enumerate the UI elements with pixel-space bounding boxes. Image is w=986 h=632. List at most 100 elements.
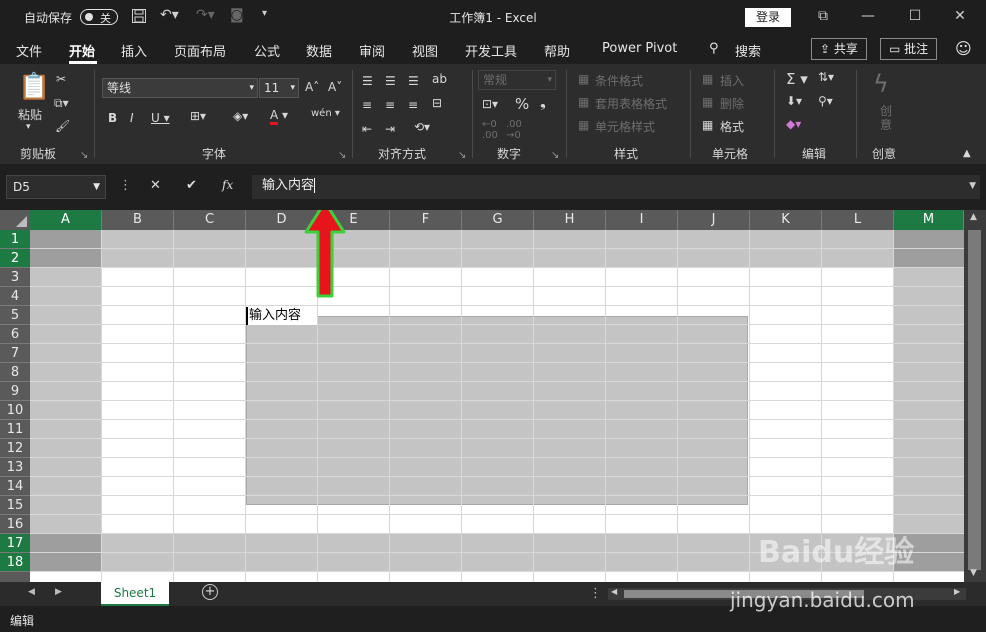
- name-box-dropdown-icon[interactable]: ▼: [93, 176, 100, 198]
- maximize-icon[interactable]: ☐: [900, 5, 930, 27]
- create-button[interactable]: 创意: [880, 104, 894, 132]
- tab-formulas[interactable]: 公式: [254, 41, 280, 60]
- column-header-c[interactable]: C: [174, 210, 246, 230]
- cell-styles-icon[interactable]: ▦: [578, 118, 589, 132]
- collapse-ribbon-icon[interactable]: ▲: [963, 148, 971, 159]
- align-right-icon[interactable]: ≡: [408, 98, 418, 112]
- name-box[interactable]: D5 ▼: [6, 175, 106, 199]
- percent-icon[interactable]: %: [515, 95, 529, 113]
- paste-icon[interactable]: 📋: [18, 72, 50, 102]
- tab-file[interactable]: 文件: [16, 41, 42, 60]
- font-launcher-icon[interactable]: ↘: [338, 150, 346, 161]
- borders-icon[interactable]: ⊞▾: [190, 109, 206, 123]
- underline-icon[interactable]: U ▾: [151, 111, 170, 125]
- insert-cells-icon[interactable]: ▦: [702, 72, 713, 86]
- wrap-text-icon[interactable]: ⊟: [432, 96, 442, 110]
- close-icon[interactable]: ✕: [945, 5, 975, 27]
- column-header-f[interactable]: F: [390, 210, 462, 230]
- decrease-decimal-icon[interactable]: .00 →0: [506, 119, 522, 141]
- select-all-corner[interactable]: [0, 210, 30, 230]
- clipboard-launcher-icon[interactable]: ↘: [80, 150, 88, 161]
- increase-indent-icon[interactable]: ⇥: [385, 122, 395, 136]
- next-sheet-icon[interactable]: ▶: [55, 587, 62, 597]
- delete-cells-icon[interactable]: ▦: [702, 95, 713, 109]
- decrease-font-icon[interactable]: A˅: [328, 80, 342, 94]
- find-select-icon[interactable]: ⚲▾: [818, 94, 833, 108]
- align-center-icon[interactable]: ≡: [385, 98, 395, 112]
- italic-icon[interactable]: I: [130, 111, 134, 125]
- font-name-box[interactable]: 等线 ▾: [102, 78, 258, 98]
- ribbon-display-icon[interactable]: ⧉: [808, 5, 838, 27]
- row-header-3[interactable]: 3: [0, 268, 30, 287]
- alignment-launcher-icon[interactable]: ↘: [458, 150, 466, 161]
- row-header-17[interactable]: 17: [0, 534, 30, 553]
- format-as-table-icon[interactable]: ▦: [578, 95, 589, 109]
- format-painter-icon[interactable]: 🖌: [55, 119, 70, 133]
- row-header-16[interactable]: 16: [0, 515, 30, 534]
- sheet-tab-sheet1[interactable]: Sheet1: [101, 582, 169, 606]
- format-cells-button[interactable]: 格式: [720, 118, 744, 135]
- tab-data[interactable]: 数据: [306, 41, 332, 60]
- column-header-a[interactable]: A: [30, 210, 102, 230]
- accounting-format-icon[interactable]: ⊡▾: [482, 97, 498, 111]
- column-header-l[interactable]: L: [822, 210, 894, 230]
- feedback-smiley-icon[interactable]: ☺: [955, 39, 972, 58]
- tab-insert[interactable]: 插入: [121, 41, 147, 60]
- align-left-icon[interactable]: ≡: [362, 98, 372, 112]
- increase-decimal-icon[interactable]: ←0.00: [482, 119, 498, 141]
- font-color-icon[interactable]: A ▾: [270, 108, 288, 125]
- clear-icon[interactable]: ◆▾: [786, 117, 801, 131]
- sort-filter-icon[interactable]: ⇅▾: [818, 70, 834, 84]
- merge-center-icon[interactable]: ⟲▾: [414, 120, 430, 134]
- cut-icon[interactable]: ✂: [56, 72, 66, 86]
- decrease-indent-icon[interactable]: ⇤: [362, 122, 372, 136]
- formula-input[interactable]: 输入内容 ▼: [252, 175, 980, 199]
- row-header-9[interactable]: 9: [0, 382, 30, 401]
- fill-icon[interactable]: ⬇▾: [786, 94, 802, 108]
- number-format-box[interactable]: 常规 ▾: [478, 70, 556, 90]
- insert-cells-button[interactable]: 插入: [720, 72, 744, 89]
- tab-view[interactable]: 视图: [412, 41, 438, 60]
- row-header-5[interactable]: 5: [0, 306, 30, 325]
- cancel-entry-icon[interactable]: ✕: [150, 178, 161, 193]
- font-size-box[interactable]: 11 ▾: [259, 78, 299, 98]
- align-middle-icon[interactable]: ☰: [385, 74, 396, 88]
- format-cells-icon[interactable]: ▦: [702, 118, 713, 132]
- comment-button[interactable]: ▭ 批注: [880, 38, 938, 60]
- row-header-8[interactable]: 8: [0, 363, 30, 382]
- row-header-13[interactable]: 13: [0, 458, 30, 477]
- format-as-table-button[interactable]: 套用表格格式: [595, 95, 667, 112]
- column-header-i[interactable]: I: [606, 210, 678, 230]
- ideas-icon[interactable]: ϟ: [873, 70, 889, 98]
- conditional-format-icon[interactable]: ▦: [578, 72, 589, 86]
- align-bottom-icon[interactable]: ☰: [408, 74, 419, 88]
- paste-button[interactable]: 粘贴: [18, 106, 42, 123]
- column-header-k[interactable]: K: [750, 210, 822, 230]
- comma-style-icon[interactable]: ❟: [540, 93, 546, 111]
- search-icon[interactable]: ⚲: [709, 41, 719, 56]
- delete-cells-button[interactable]: 删除: [720, 95, 744, 112]
- increase-font-icon[interactable]: A˄: [305, 80, 319, 94]
- bold-icon[interactable]: B: [108, 111, 117, 125]
- expand-formula-bar-icon[interactable]: ▼: [969, 175, 976, 197]
- row-header-14[interactable]: 14: [0, 477, 30, 496]
- row-header-4[interactable]: 4: [0, 287, 30, 306]
- tab-home[interactable]: 开始: [69, 41, 95, 60]
- row-header-12[interactable]: 12: [0, 439, 30, 458]
- insert-function-icon[interactable]: fx: [222, 178, 233, 192]
- paste-dropdown-icon[interactable]: ▾: [26, 122, 31, 132]
- column-header-g[interactable]: G: [462, 210, 534, 230]
- scroll-right-icon[interactable]: ▶: [954, 587, 960, 596]
- sheet-bar-grip-icon[interactable]: ⋮: [589, 586, 602, 601]
- add-sheet-icon[interactable]: +: [202, 584, 218, 600]
- column-header-j[interactable]: J: [678, 210, 750, 230]
- copy-icon[interactable]: ⧉▾: [54, 96, 69, 111]
- fill-color-icon[interactable]: ◈▾: [233, 109, 248, 123]
- row-header-18[interactable]: 18: [0, 553, 30, 572]
- row-header-1[interactable]: 1: [0, 230, 30, 249]
- tab-power-pivot[interactable]: Power Pivot: [602, 41, 677, 56]
- login-button[interactable]: 登录: [745, 8, 791, 27]
- minimize-icon[interactable]: —: [853, 5, 883, 27]
- prev-sheet-icon[interactable]: ◀: [28, 587, 35, 597]
- row-header-2[interactable]: 2: [0, 249, 30, 268]
